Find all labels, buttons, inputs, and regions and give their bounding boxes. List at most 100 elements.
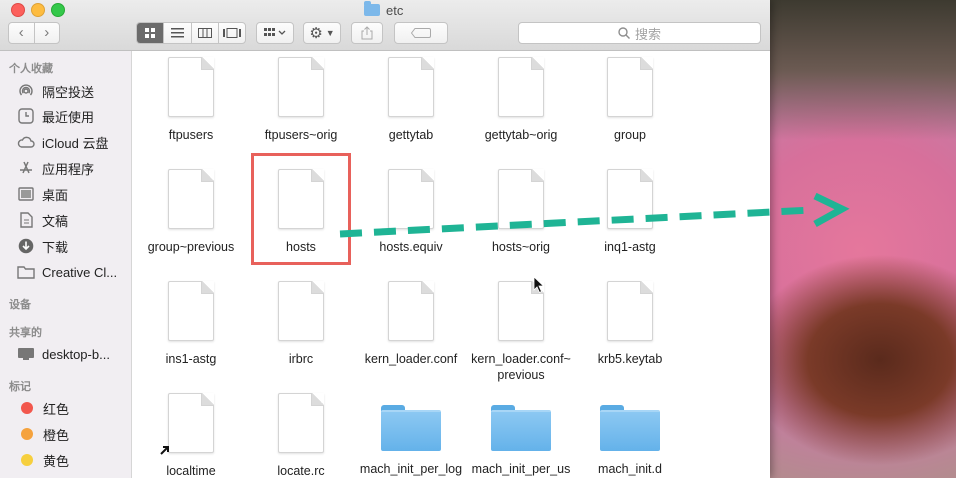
sidebar-item-label: 黄色 bbox=[43, 453, 70, 469]
apps-icon bbox=[17, 159, 35, 177]
document-icon bbox=[388, 57, 434, 117]
search-icon bbox=[618, 27, 630, 39]
sidebar-item-label: 红色 bbox=[43, 401, 70, 417]
column-view-button[interactable] bbox=[192, 23, 219, 43]
document-icon bbox=[607, 169, 653, 229]
titlebar: etc ‹ › ⚙ ▼ 搜索 bbox=[0, 0, 770, 51]
share-icon bbox=[361, 26, 373, 40]
share-button[interactable] bbox=[351, 22, 383, 44]
columns-icon bbox=[197, 28, 212, 38]
sidebar-item-label: 最近使用 bbox=[42, 109, 95, 125]
file-item[interactable]: group~previous bbox=[131, 169, 251, 255]
file-name: localtime bbox=[166, 464, 216, 478]
sidebar-item-icloud[interactable]: iCloud 云盘 bbox=[17, 130, 129, 154]
file-item[interactable]: locate.rc bbox=[241, 393, 361, 478]
file-item[interactable]: hosts~orig bbox=[461, 169, 581, 255]
gallery-icon bbox=[222, 28, 241, 38]
sidebar-item-label: 橙色 bbox=[43, 427, 70, 443]
maximize-button[interactable] bbox=[51, 3, 65, 17]
finder-window: etc ‹ › ⚙ ▼ 搜索 个人收藏 隔空投送 最近使用 iCloud 云盘 … bbox=[0, 0, 770, 478]
sidebar-item-label: desktop-b... bbox=[42, 346, 110, 362]
window-title-text: etc bbox=[386, 2, 404, 18]
close-button[interactable] bbox=[11, 3, 25, 17]
download-icon bbox=[17, 237, 35, 255]
document-icon bbox=[498, 57, 544, 117]
file-name: krb5.keytab bbox=[597, 352, 663, 366]
sidebar-item-recents[interactable]: 最近使用 bbox=[17, 104, 129, 128]
action-button[interactable]: ⚙ ▼ bbox=[303, 22, 341, 44]
file-item[interactable]: group bbox=[570, 57, 690, 143]
gear-icon: ⚙ bbox=[309, 25, 323, 42]
document-icon bbox=[388, 281, 434, 341]
document-icon bbox=[278, 57, 324, 117]
sidebar-item-desktop[interactable]: 桌面 bbox=[17, 182, 129, 206]
minimize-button[interactable] bbox=[31, 3, 45, 17]
sidebar-item-label: 应用程序 bbox=[42, 161, 95, 177]
sidebar-item-label: iCloud 云盘 bbox=[42, 135, 109, 151]
file-item[interactable]: gettytab~orig bbox=[461, 57, 581, 143]
sidebar-tag-yellow[interactable]: 黄色 bbox=[17, 448, 129, 472]
file-item[interactable]: ftpusers bbox=[131, 57, 251, 143]
favorites-header: 个人收藏 bbox=[9, 63, 53, 75]
sidebar-item-shared-desktop[interactable]: desktop-b... bbox=[17, 342, 129, 366]
sidebar-tag-orange[interactable]: 橙色 bbox=[17, 422, 129, 446]
file-name: mach_init_per_us bbox=[471, 462, 571, 476]
sidebar-item-documents[interactable]: 文稿 bbox=[17, 208, 129, 232]
arrange-button[interactable] bbox=[256, 22, 294, 44]
file-item[interactable]: kern_loader.conf~ previous bbox=[461, 281, 581, 383]
folder-item[interactable]: mach_init.d bbox=[570, 393, 690, 477]
sidebar-item-label: 下载 bbox=[42, 239, 69, 255]
chevron-down-icon: ▼ bbox=[325, 28, 335, 38]
sidebar-item-label: 文稿 bbox=[42, 213, 69, 229]
document-icon bbox=[498, 169, 544, 229]
clock-icon bbox=[17, 107, 35, 125]
gallery-view-button[interactable] bbox=[219, 23, 245, 43]
file-name: kern_loader.conf bbox=[364, 352, 458, 366]
file-item[interactable]: krb5.keytab bbox=[570, 281, 690, 367]
sidebar-item-downloads[interactable]: 下载 bbox=[17, 234, 129, 258]
document-icon bbox=[168, 393, 214, 453]
document-icon bbox=[388, 169, 434, 229]
sidebar-item-creative-cloud[interactable]: Creative Cl... bbox=[17, 260, 129, 284]
list-view-button[interactable] bbox=[164, 23, 192, 43]
view-mode-group bbox=[136, 22, 246, 44]
sidebar: 个人收藏 隔空投送 最近使用 iCloud 云盘 应用程序 桌面 文稿 下载 C… bbox=[0, 51, 132, 478]
sidebar-item-airdrop[interactable]: 隔空投送 bbox=[17, 79, 129, 103]
tag-icon bbox=[411, 28, 431, 38]
file-name: irbrc bbox=[288, 352, 314, 366]
red-tag-dot bbox=[21, 402, 33, 414]
file-item[interactable]: ftpusers~orig bbox=[241, 57, 361, 143]
file-item[interactable]: ins1-astg bbox=[131, 281, 251, 367]
file-item[interactable]: gettytab bbox=[351, 57, 471, 143]
document-icon bbox=[168, 169, 214, 229]
orange-tag-dot bbox=[21, 428, 33, 440]
back-button[interactable]: ‹ bbox=[9, 23, 35, 43]
file-item[interactable]: kern_loader.conf bbox=[351, 281, 471, 367]
icon-view-button[interactable] bbox=[137, 23, 165, 43]
folder-item[interactable]: mach_init_per_us bbox=[461, 393, 581, 477]
file-item[interactable]: hosts.equiv bbox=[351, 169, 471, 255]
hosts-highlight-box bbox=[251, 153, 351, 265]
display-icon bbox=[17, 345, 35, 363]
folder-icon bbox=[600, 405, 660, 451]
tags-header: 标记 bbox=[9, 381, 31, 393]
document-icon bbox=[607, 57, 653, 117]
search-placeholder: 搜索 bbox=[634, 26, 661, 42]
file-name: gettytab~orig bbox=[484, 128, 558, 142]
document-icon bbox=[607, 281, 653, 341]
document-icon bbox=[17, 211, 35, 229]
file-name: ins1-astg bbox=[165, 352, 217, 366]
folder-item[interactable]: mach_init_per_log bbox=[351, 393, 471, 477]
sidebar-item-label: 桌面 bbox=[42, 187, 69, 203]
sidebar-tag-red[interactable]: 红色 bbox=[17, 396, 129, 420]
tag-button[interactable] bbox=[394, 22, 448, 44]
search-field[interactable]: 搜索 bbox=[518, 22, 761, 44]
forward-button[interactable]: › bbox=[35, 23, 60, 43]
file-item[interactable]: inq1-astg bbox=[570, 169, 690, 255]
sidebar-item-label: 隔空投送 bbox=[42, 84, 95, 100]
file-item[interactable]: irbrc bbox=[241, 281, 361, 367]
devices-header: 设备 bbox=[9, 299, 31, 311]
file-item[interactable]: localtime bbox=[131, 393, 251, 478]
file-name: hosts.equiv bbox=[379, 240, 443, 254]
sidebar-item-applications[interactable]: 应用程序 bbox=[17, 156, 129, 180]
